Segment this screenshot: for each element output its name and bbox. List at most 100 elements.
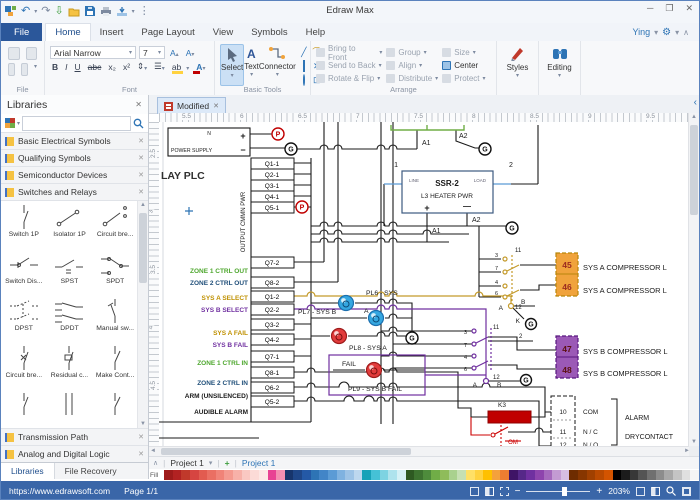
zoom-slider[interactable] xyxy=(526,491,590,492)
palette-swatch[interactable] xyxy=(354,470,363,480)
search-icon[interactable] xyxy=(133,118,144,129)
palette-swatch[interactable] xyxy=(595,470,604,480)
pl6-label[interactable]: PL6 - SYS xyxy=(366,290,398,297)
palette-swatch[interactable] xyxy=(630,470,639,480)
text-tool-button[interactable]: A Text ▾ xyxy=(244,44,259,86)
palette-swatch[interactable] xyxy=(311,470,320,480)
palette-swatch[interactable] xyxy=(638,470,647,480)
palette-swatch[interactable] xyxy=(199,470,208,480)
palette-swatch[interactable] xyxy=(535,470,544,480)
subscript-button[interactable]: x₂ xyxy=(106,62,118,72)
palette-swatch[interactable] xyxy=(397,470,406,480)
output-cmmn-pwr-label[interactable]: OUTPUT CMMN PWR xyxy=(241,191,247,252)
palette-swatch[interactable] xyxy=(207,470,216,480)
fail-label[interactable]: FAIL xyxy=(342,361,356,368)
fit-width-icon[interactable] xyxy=(651,487,660,496)
collapse-ribbon-icon[interactable]: ∧ xyxy=(683,28,689,37)
shrink-font-button[interactable]: A▾ xyxy=(184,48,197,58)
symbol-switch-disconnector[interactable]: Switch Dis... xyxy=(1,250,47,297)
tab-close-icon[interactable]: ✕ xyxy=(213,102,219,110)
palette-swatch[interactable] xyxy=(233,470,242,480)
palette-swatch[interactable] xyxy=(483,470,492,480)
palette-swatch[interactable] xyxy=(328,470,337,480)
maximize-button[interactable]: ❐ xyxy=(665,3,673,14)
palette-swatch[interactable] xyxy=(250,470,259,480)
zoom-out-button[interactable]: − xyxy=(515,486,521,497)
zone-labels[interactable]: ZONE 1 CTRL OUT ZONE 2 CTRL OUT SYS A SE… xyxy=(185,268,248,416)
palette-swatch[interactable] xyxy=(682,470,691,480)
palette-swatch[interactable] xyxy=(664,470,673,480)
palette-swatch[interactable] xyxy=(431,470,440,480)
fit-page-icon[interactable] xyxy=(636,487,645,496)
palette-swatch[interactable] xyxy=(216,470,225,480)
compressor-terminals-b[interactable]: 47 48 SYS B COMPRESSOR L SYS B COMPRESSO… xyxy=(556,336,668,378)
page-selector[interactable]: Project 1 xyxy=(170,458,204,468)
scroll-left-icon[interactable]: ◄ xyxy=(150,448,156,454)
zoom-level[interactable]: 203% xyxy=(608,486,630,496)
pl8-label[interactable]: PL8 - SYS A xyxy=(349,345,387,352)
view-break-icon[interactable] xyxy=(500,487,509,496)
palette-swatch[interactable] xyxy=(587,470,596,480)
align-button[interactable]: Align▾ xyxy=(386,60,438,71)
palette-swatch[interactable] xyxy=(414,470,423,480)
grow-font-button[interactable]: A▴ xyxy=(168,48,181,58)
magnifier-icon[interactable] xyxy=(666,486,676,496)
palette-swatch[interactable] xyxy=(285,470,294,480)
zoom-in-button[interactable]: + xyxy=(596,486,602,497)
gear-caret-icon[interactable]: ▾ xyxy=(675,28,679,37)
panel-tab-libraries[interactable]: Libraries xyxy=(1,463,55,479)
library-group-switches-relays[interactable]: Switches and Relays✕ xyxy=(1,183,148,200)
alarm-dry-contact[interactable]: K3 OM 10 11 12 COM N / C N / O xyxy=(471,396,674,446)
palette-swatch[interactable] xyxy=(673,470,682,480)
palette-swatch[interactable] xyxy=(613,470,622,480)
line-spacing-button[interactable]: ⇕▾ xyxy=(135,61,149,72)
symbol-residual-current[interactable]: Residual c... xyxy=(47,344,93,391)
palette-swatch[interactable] xyxy=(466,470,475,480)
document-tab-modified[interactable]: Modified ✕ xyxy=(157,97,226,114)
palette-swatch[interactable] xyxy=(181,470,190,480)
lamp-pl6[interactable] xyxy=(339,296,354,311)
palette-swatch[interactable] xyxy=(621,470,630,480)
editing-button[interactable]: Editing ▾ xyxy=(539,41,581,95)
line-tool-icon[interactable]: ╱ xyxy=(298,46,310,59)
tab-symbols[interactable]: Symbols xyxy=(242,23,296,41)
bring-to-front-button[interactable]: Bring to Front▾ xyxy=(316,47,382,58)
palette-swatch[interactable] xyxy=(656,470,665,480)
palette-swatch[interactable] xyxy=(475,470,484,480)
plc-terminals-mid[interactable]: Q7-2 Q8-2 Q1-2 Q2-2 Q3-2 Q4-2 Q7-1 Q8-1 … xyxy=(251,257,294,407)
highlight-color-button[interactable]: ab▾ xyxy=(170,62,191,72)
library-group-qualifying[interactable]: Qualifying Symbols✕ xyxy=(1,149,148,166)
styles-button[interactable]: Styles ▾ xyxy=(497,41,539,95)
scroll-up-icon[interactable]: ▲ xyxy=(689,114,699,120)
distribute-button[interactable]: Distribute▾ xyxy=(386,73,438,84)
palette-swatch[interactable] xyxy=(552,470,561,480)
tab-scroll-left-icon[interactable]: ‹ xyxy=(694,97,697,108)
copy-icon[interactable] xyxy=(21,63,28,76)
underline-button[interactable]: U xyxy=(73,62,83,72)
minimize-button[interactable]: ─ xyxy=(647,3,653,14)
fullscreen-icon[interactable] xyxy=(682,487,691,496)
library-group-basic-electrical[interactable]: Basic Electrical Symbols✕ xyxy=(1,132,148,149)
libraries-close-icon[interactable]: ✕ xyxy=(135,100,142,109)
symbol-dpdt[interactable]: DPDT xyxy=(47,297,93,344)
palette-swatch[interactable] xyxy=(337,470,346,480)
ssr-relay[interactable]: 1 2 LINE LOAD SSR-2 L3 HEATER PWR + — A1… xyxy=(394,162,513,235)
palette-swatch[interactable] xyxy=(690,470,699,480)
tab-insert[interactable]: Insert xyxy=(91,23,133,41)
palette-swatch[interactable] xyxy=(293,470,302,480)
palette-swatch[interactable] xyxy=(500,470,509,480)
gear-icon[interactable]: ⚙ xyxy=(662,27,671,38)
page-selector-caret-icon[interactable]: ▾ xyxy=(209,459,213,467)
tab-help[interactable]: Help xyxy=(297,23,335,41)
palette-swatch[interactable] xyxy=(345,470,354,480)
library-group-transmission-path[interactable]: Transmission Path✕ xyxy=(1,428,148,445)
symbol-partial[interactable] xyxy=(1,391,47,428)
add-page-button[interactable]: + xyxy=(225,458,230,468)
power-supply-box[interactable]: N POWER SUPPLY + − xyxy=(168,128,250,156)
green-wire[interactable] xyxy=(391,125,464,130)
symbol-make-contact[interactable]: Make Cont... xyxy=(92,344,138,391)
palette-swatch[interactable] xyxy=(578,470,587,480)
font-name-select[interactable]: Arial Narrow▾ xyxy=(50,46,136,59)
font-color-button[interactable]: A▾ xyxy=(194,62,207,72)
symbol-dpst[interactable]: DPST xyxy=(1,297,47,344)
